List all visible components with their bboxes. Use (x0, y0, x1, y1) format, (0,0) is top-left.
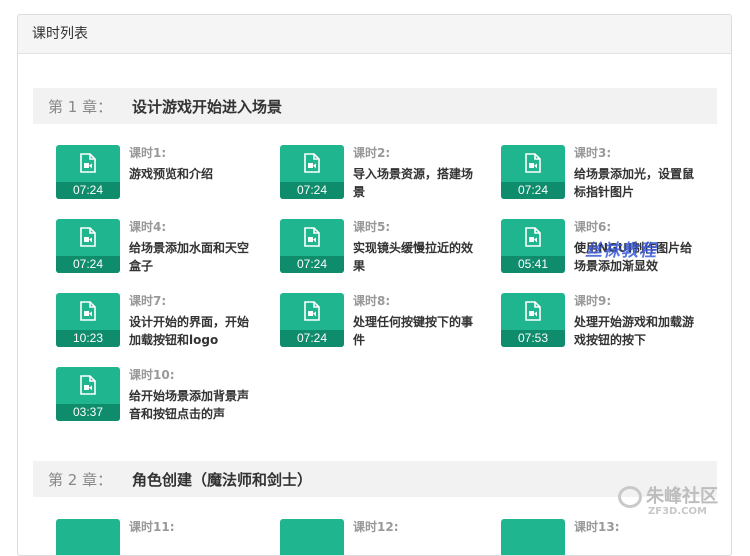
lesson-thumbnail[interactable]: 07:53 (501, 293, 565, 347)
lesson-number: 课时4: (129, 220, 167, 234)
lesson-thumbnail[interactable]: 07:24 (56, 145, 120, 199)
lesson-item-5[interactable]: 07:24 课时5: 实现镜头缓慢拉近的效果 (280, 219, 490, 279)
brand-url: ZF3D.COM (648, 506, 707, 517)
lesson-title[interactable]: 游戏预览和介绍 (129, 165, 254, 183)
lesson-item-13[interactable]: 课时13: (501, 519, 711, 555)
lesson-item-2[interactable]: 07:24 课时2: 导入场景资源，搭建场景 (280, 145, 490, 205)
lesson-title[interactable]: 设计开始的界面，开始加载按钮和logo (129, 313, 254, 349)
lesson-thumbnail[interactable]: 07:24 (280, 293, 344, 347)
lesson-number: 课时1: (129, 146, 167, 160)
lesson-thumbnail[interactable] (56, 519, 120, 555)
video-file-icon (80, 375, 96, 395)
lesson-item-1[interactable]: 07:24 课时1: 游戏预览和介绍 (56, 145, 266, 205)
video-file-icon (80, 301, 96, 321)
lesson-number: 课时8: (353, 294, 391, 308)
lesson-item-9[interactable]: 07:53 课时9: 处理开始游戏和加载游戏按钮的按下 (501, 293, 711, 353)
chapter-2-header: 第 2 章： 角色创建（魔法师和剑士） (33, 461, 717, 497)
lesson-title[interactable]: 处理任何按键按下的事件 (353, 313, 478, 349)
lesson-duration: 07:24 (280, 182, 344, 199)
lesson-number: 课时3: (574, 146, 612, 160)
lesson-thumbnail[interactable]: 10:23 (56, 293, 120, 347)
video-file-icon (80, 153, 96, 173)
lesson-item-3[interactable]: 07:24 课时3: 给场景添加光，设置鼠标指针图片 (501, 145, 711, 205)
lesson-item-12[interactable]: 课时12: (280, 519, 490, 555)
lesson-number: 课时10: (129, 368, 175, 382)
lesson-thumbnail[interactable]: 07:24 (280, 145, 344, 199)
lesson-duration: 10:23 (56, 330, 120, 347)
lesson-duration: 07:53 (501, 330, 565, 347)
brand-logo-icon (618, 486, 642, 508)
lesson-number: 课时6: (574, 220, 612, 234)
lesson-thumbnail[interactable]: 03:37 (56, 367, 120, 421)
lesson-duration: 03:37 (56, 404, 120, 421)
chapter-number: 第 1 章： (48, 97, 113, 116)
chapter-title: 角色创建（魔法师和剑士） (132, 470, 313, 489)
panel-title: 课时列表 (18, 15, 731, 54)
lesson-thumbnail[interactable]: 07:24 (501, 145, 565, 199)
lesson-title[interactable]: 导入场景资源，搭建场景 (353, 165, 478, 201)
video-file-icon (525, 153, 541, 173)
lesson-duration: 05:41 (501, 256, 565, 273)
lesson-duration: 07:24 (56, 256, 120, 273)
lesson-title[interactable]: 实现镜头缓慢拉近的效果 (353, 239, 478, 275)
lesson-item-10[interactable]: 03:37 课时10: 给开始场景添加背景声音和按钮点击的声 (56, 367, 266, 427)
lesson-number: 课时13: (574, 520, 620, 534)
video-file-icon (525, 227, 541, 247)
lesson-list-panel: 课时列表 第 1 章： 设计游戏开始进入场景 07:24 课时1: 游戏预览和介… (17, 14, 732, 556)
lesson-item-11[interactable]: 课时11: (56, 519, 266, 555)
lesson-duration: 07:24 (280, 256, 344, 273)
lesson-title[interactable]: 给开始场景添加背景声音和按钮点击的声 (129, 387, 254, 423)
lesson-thumbnail[interactable] (501, 519, 565, 555)
brand-name: 朱峰社区 (646, 486, 718, 507)
video-file-icon (80, 227, 96, 247)
video-file-icon (525, 301, 541, 321)
lesson-thumbnail[interactable]: 07:24 (56, 219, 120, 273)
lesson-thumbnail[interactable] (280, 519, 344, 555)
lesson-title[interactable]: 处理开始游戏和加载游戏按钮的按下 (574, 313, 699, 349)
chapter-1-header: 第 1 章： 设计游戏开始进入场景 (33, 88, 717, 124)
lesson-number: 课时2: (353, 146, 391, 160)
lesson-number: 课时5: (353, 220, 391, 234)
lesson-duration: 07:24 (501, 182, 565, 199)
chapter-number: 第 2 章： (48, 470, 113, 489)
lesson-number: 课时11: (129, 520, 175, 534)
lesson-item-7[interactable]: 10:23 课时7: 设计开始的界面，开始加载按钮和logo (56, 293, 266, 353)
lesson-title[interactable]: 给场景添加水面和天空盒子 (129, 239, 254, 275)
lesson-item-4[interactable]: 07:24 课时4: 给场景添加水面和天空盒子 (56, 219, 266, 279)
chapter-title: 设计游戏开始进入场景 (132, 97, 283, 116)
lesson-number: 课时9: (574, 294, 612, 308)
lesson-duration: 07:24 (56, 182, 120, 199)
brand-watermark: 朱峰社区 ZF3D.COM (618, 482, 718, 517)
lesson-number: 课时12: (353, 520, 399, 534)
lesson-thumbnail[interactable]: 05:41 (501, 219, 565, 273)
lesson-title[interactable]: 给场景添加光，设置鼠标指针图片 (574, 165, 699, 201)
video-file-icon (304, 153, 320, 173)
video-file-icon (304, 301, 320, 321)
lesson-duration: 07:24 (280, 330, 344, 347)
lesson-thumbnail[interactable]: 07:24 (280, 219, 344, 273)
video-file-icon (304, 227, 320, 247)
tutorial-watermark: 丝袜教程 (585, 241, 657, 261)
lesson-item-8[interactable]: 07:24 课时8: 处理任何按键按下的事件 (280, 293, 490, 353)
lesson-number: 课时7: (129, 294, 167, 308)
